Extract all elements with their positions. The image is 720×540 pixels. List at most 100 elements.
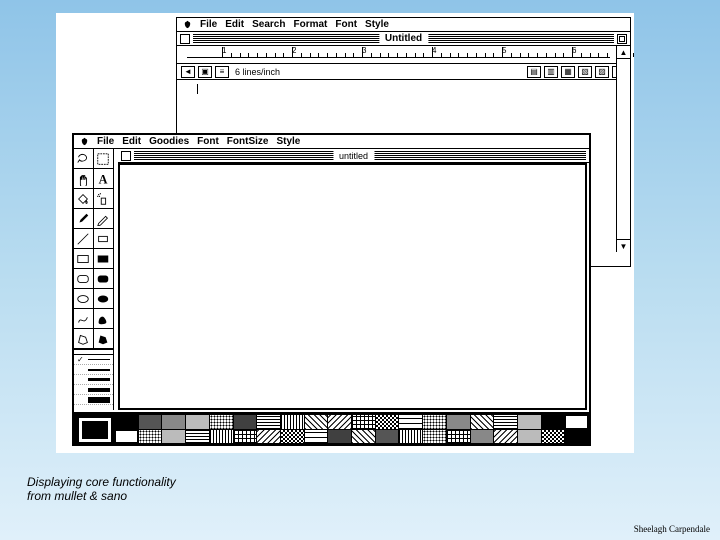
pattern-swatch[interactable] [542, 415, 565, 429]
pattern-swatch[interactable] [447, 430, 470, 444]
pattern-swatch[interactable] [115, 415, 138, 429]
hand-icon[interactable] [74, 169, 94, 189]
pattern-swatch[interactable] [423, 415, 446, 429]
pattern-swatch[interactable] [139, 430, 162, 444]
titlebar-pattern [134, 151, 357, 161]
menu-style[interactable]: Style [365, 19, 389, 30]
pattern-swatch[interactable] [281, 430, 304, 444]
menu-edit[interactable]: Edit [122, 136, 141, 147]
linewidth-option[interactable] [74, 365, 113, 375]
pattern-swatch[interactable] [423, 430, 446, 444]
text-icon[interactable]: A [94, 169, 114, 189]
tab-marker-icon[interactable]: ▣ [198, 66, 212, 78]
menu-format[interactable]: Format [293, 19, 327, 30]
pattern-swatch[interactable] [281, 415, 304, 429]
fillfreeform-icon[interactable] [94, 309, 114, 329]
pattern-swatch[interactable] [162, 415, 185, 429]
menu-goodies[interactable]: Goodies [149, 136, 189, 147]
roundrect-icon[interactable] [74, 269, 94, 289]
pattern-swatch[interactable] [328, 430, 351, 444]
back-scrollbar[interactable]: ▲ ▼ [616, 46, 630, 252]
fillrect-icon[interactable] [94, 249, 114, 269]
close-box[interactable] [180, 34, 190, 44]
pattern-swatch[interactable] [494, 415, 517, 429]
pattern-swatch[interactable] [139, 415, 162, 429]
pattern-swatch[interactable] [376, 415, 399, 429]
pattern-swatch[interactable] [115, 430, 138, 444]
pattern-swatch[interactable] [376, 430, 399, 444]
pattern-swatch[interactable] [305, 415, 328, 429]
pattern-swatch[interactable] [186, 430, 209, 444]
pencil-icon[interactable] [94, 209, 114, 229]
select-icon[interactable] [94, 149, 114, 169]
lasso-icon[interactable] [74, 149, 94, 169]
pattern-swatch[interactable] [494, 430, 517, 444]
linewidth-option[interactable] [74, 385, 113, 395]
align-justify-icon[interactable]: ▧ [578, 66, 592, 78]
zoom-box[interactable] [617, 34, 627, 44]
pattern-swatch[interactable] [234, 415, 257, 429]
pattern-swatch[interactable] [257, 430, 280, 444]
menu-font[interactable]: Font [335, 19, 357, 30]
menu-search[interactable]: Search [252, 19, 285, 30]
apple-menu-icon[interactable] [183, 20, 192, 29]
align-center-icon[interactable]: ▥ [544, 66, 558, 78]
back-titlebar[interactable]: Untitled [177, 32, 630, 46]
spray-icon[interactable] [94, 189, 114, 209]
menu-edit[interactable]: Edit [225, 19, 244, 30]
tab-left-icon[interactable]: ◄ [181, 66, 195, 78]
pattern-swatch[interactable] [257, 415, 280, 429]
scroll-up-icon[interactable]: ▲ [617, 46, 630, 59]
pattern-swatch[interactable] [471, 430, 494, 444]
linewidth-option[interactable] [74, 395, 113, 405]
bucket-icon[interactable] [74, 189, 94, 209]
current-pattern-swatch[interactable] [77, 416, 113, 444]
pattern-swatch[interactable] [352, 415, 375, 429]
pattern-swatch[interactable] [399, 415, 422, 429]
pattern-swatch[interactable] [234, 430, 257, 444]
scroll-down-icon[interactable]: ▼ [617, 239, 630, 252]
freeform-icon[interactable] [74, 309, 94, 329]
pattern-swatch[interactable] [399, 430, 422, 444]
brush-icon[interactable] [74, 209, 94, 229]
menu-fontsize[interactable]: FontSize [227, 136, 269, 147]
pattern-swatch[interactable] [162, 430, 185, 444]
spacing-icon[interactable]: ≡ [215, 66, 229, 78]
pattern-swatch[interactable] [210, 430, 233, 444]
pattern-swatch[interactable] [565, 430, 588, 444]
polygon-icon[interactable] [74, 329, 94, 349]
filloval-icon[interactable] [94, 289, 114, 309]
menu-file[interactable]: File [97, 136, 114, 147]
linewidth-option[interactable] [74, 375, 113, 385]
pattern-swatch[interactable] [305, 430, 328, 444]
pattern-swatch[interactable] [518, 415, 541, 429]
pattern-swatch[interactable] [542, 430, 565, 444]
slide-attribution: Sheelagh Carpendale [634, 524, 710, 534]
pattern-swatch[interactable] [565, 415, 588, 429]
close-box[interactable] [121, 151, 131, 161]
fillpolygon-icon[interactable] [94, 329, 114, 349]
menu-file[interactable]: File [200, 19, 217, 30]
linewidth-option[interactable]: ✓ [74, 355, 113, 365]
pattern-swatch[interactable] [518, 430, 541, 444]
apple-menu-icon[interactable] [80, 137, 89, 146]
oval-icon[interactable] [74, 289, 94, 309]
eraser-icon[interactable] [94, 229, 114, 249]
paint-canvas[interactable] [118, 163, 587, 410]
pattern-swatch[interactable] [352, 430, 375, 444]
pattern-swatch[interactable] [210, 415, 233, 429]
front-titlebar[interactable]: untitled [118, 149, 589, 163]
pattern-swatch[interactable] [471, 415, 494, 429]
menu-font[interactable]: Font [197, 136, 219, 147]
rect-icon[interactable] [74, 249, 94, 269]
ruler[interactable]: 123456 [177, 46, 630, 64]
pattern-swatch[interactable] [186, 415, 209, 429]
format-icon[interactable]: ▨ [595, 66, 609, 78]
pattern-swatch[interactable] [447, 415, 470, 429]
fillroundrect-icon[interactable] [94, 269, 114, 289]
pattern-swatch[interactable] [328, 415, 351, 429]
align-left-icon[interactable]: ▤ [527, 66, 541, 78]
align-right-icon[interactable]: ▦ [561, 66, 575, 78]
menu-style[interactable]: Style [276, 136, 300, 147]
line-icon[interactable] [74, 229, 94, 249]
